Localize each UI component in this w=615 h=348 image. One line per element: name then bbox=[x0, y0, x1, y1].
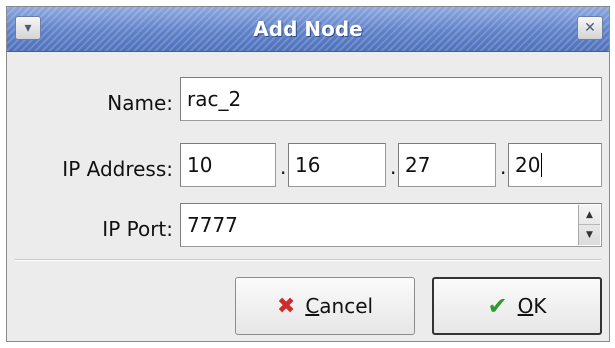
x-icon: ✖ bbox=[276, 293, 296, 319]
cancel-button-label: Cancel bbox=[305, 294, 373, 318]
cancel-mnemonic: C bbox=[305, 294, 320, 318]
ip-dot-1: . bbox=[280, 155, 287, 179]
ip-port-value: 7777 bbox=[187, 213, 238, 237]
ok-button[interactable]: ✔ OK bbox=[432, 277, 602, 335]
add-node-dialog: ▾ Add Node ✕ Name: rac_2 IP Address: 10 … bbox=[6, 6, 610, 342]
ip-octet-4-value: 20 bbox=[515, 153, 541, 177]
ip-octet-3-input[interactable]: 27 bbox=[398, 143, 496, 187]
ip-address-label: IP Address: bbox=[62, 157, 173, 181]
name-label: Name: bbox=[107, 91, 173, 115]
ip-dot-2: . bbox=[390, 155, 397, 179]
text-caret bbox=[541, 153, 543, 177]
button-separator bbox=[15, 259, 601, 261]
ip-octet-2-value: 16 bbox=[295, 153, 321, 177]
ip-port-spinbox[interactable]: 7777 ▲ ▼ bbox=[180, 203, 602, 247]
ip-octet-3-value: 27 bbox=[405, 153, 431, 177]
close-button[interactable]: ✕ bbox=[577, 16, 603, 40]
name-input-value: rac_2 bbox=[187, 87, 242, 111]
arrow-down-icon[interactable]: ▼ bbox=[579, 225, 600, 244]
ok-mnemonic: O bbox=[517, 294, 534, 318]
ip-port-label: IP Port: bbox=[102, 217, 173, 241]
ok-label-rest: K bbox=[533, 294, 547, 318]
ip-octet-4-input[interactable]: 20 bbox=[508, 143, 602, 187]
title-bar[interactable]: ▾ Add Node ✕ bbox=[7, 7, 609, 52]
cancel-button[interactable]: ✖ Cancel bbox=[235, 277, 415, 335]
name-input[interactable]: rac_2 bbox=[180, 77, 602, 121]
close-icon: ✕ bbox=[584, 20, 596, 36]
ok-button-label: OK bbox=[518, 294, 547, 318]
port-spin-buttons: ▲ ▼ bbox=[578, 205, 600, 245]
ip-octet-1-input[interactable]: 10 bbox=[180, 143, 276, 187]
dialog-title: Add Node bbox=[253, 17, 363, 41]
ip-octet-1-value: 10 bbox=[187, 153, 213, 177]
ip-octet-2-input[interactable]: 16 bbox=[288, 143, 386, 187]
ip-dot-3: . bbox=[500, 155, 507, 179]
check-icon: ✔ bbox=[487, 292, 508, 320]
cancel-label-rest: ancel bbox=[319, 294, 374, 318]
